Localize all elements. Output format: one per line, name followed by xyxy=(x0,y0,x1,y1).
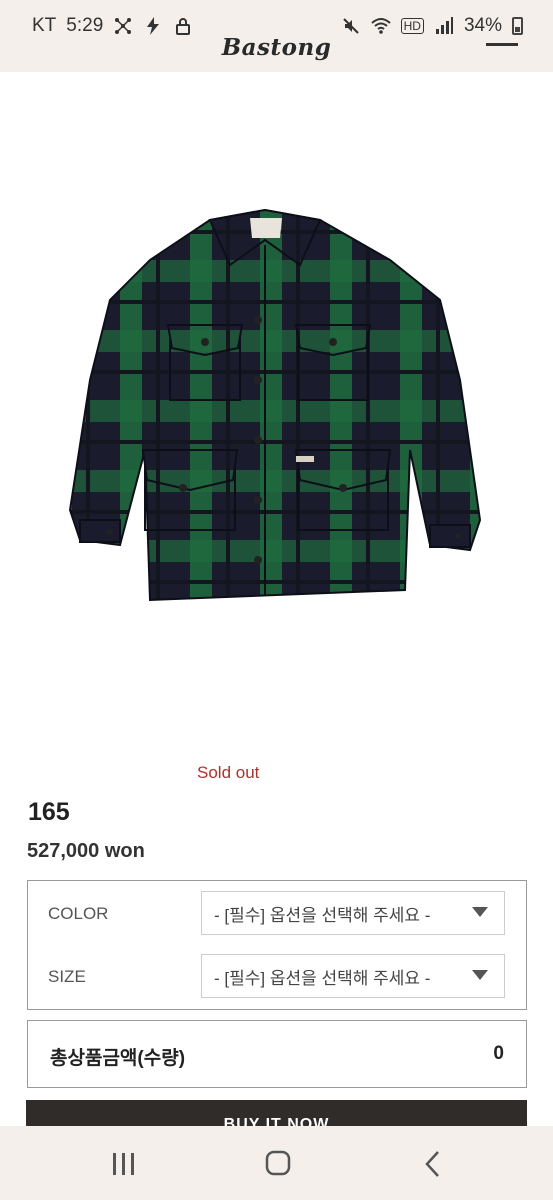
navigation-bar xyxy=(0,1126,553,1200)
status-bar: KT 5:29 HD 34% Bastong xyxy=(0,0,553,72)
total-value: 0 xyxy=(493,1043,504,1064)
option-label-color: COLOR xyxy=(48,904,109,923)
network-badge: HD xyxy=(400,18,424,34)
color-select[interactable]: - [필수] 옵션을 선택해 주세요 - xyxy=(201,891,505,935)
size-select[interactable]: - [필수] 옵션을 선택해 주세요 - xyxy=(201,954,505,998)
dropdown-arrow-icon xyxy=(472,907,488,917)
sold-out-badge: Sold out xyxy=(197,763,260,782)
product-price: 527,000 won xyxy=(27,840,145,862)
product-image xyxy=(50,190,500,650)
recent-apps-icon[interactable] xyxy=(104,1150,144,1178)
total-label: 총상품금액(수량) xyxy=(50,1048,186,1069)
battery-icon xyxy=(512,17,523,35)
lock-icon xyxy=(173,16,193,36)
menu-icon[interactable] xyxy=(486,38,518,46)
size-select-value: - [필수] 옵션을 선택해 주세요 - xyxy=(214,968,431,988)
home-icon[interactable] xyxy=(258,1150,298,1178)
color-select-value: - [필수] 옵션을 선택해 주세요 - xyxy=(214,905,431,925)
dropdown-arrow-icon xyxy=(472,970,488,980)
product-name: 165 xyxy=(28,798,70,826)
flash-icon xyxy=(143,16,163,36)
option-row-color: COLOR - [필수] 옵션을 선택해 주세요 - xyxy=(28,891,526,937)
network-icon xyxy=(113,16,133,36)
wifi-icon xyxy=(370,16,391,36)
options-box: COLOR - [필수] 옵션을 선택해 주세요 - SIZE - [필수] 옵… xyxy=(27,880,527,1010)
back-icon[interactable] xyxy=(414,1150,454,1178)
option-row-size: SIZE - [필수] 옵션을 선택해 주세요 - xyxy=(28,954,526,1000)
mute-icon xyxy=(341,16,361,36)
signal-icon xyxy=(434,16,454,36)
option-label-size: SIZE xyxy=(48,967,86,986)
total-box: 총상품금액(수량) 0 xyxy=(27,1020,527,1088)
brand-logo[interactable]: Bastong xyxy=(0,34,553,61)
